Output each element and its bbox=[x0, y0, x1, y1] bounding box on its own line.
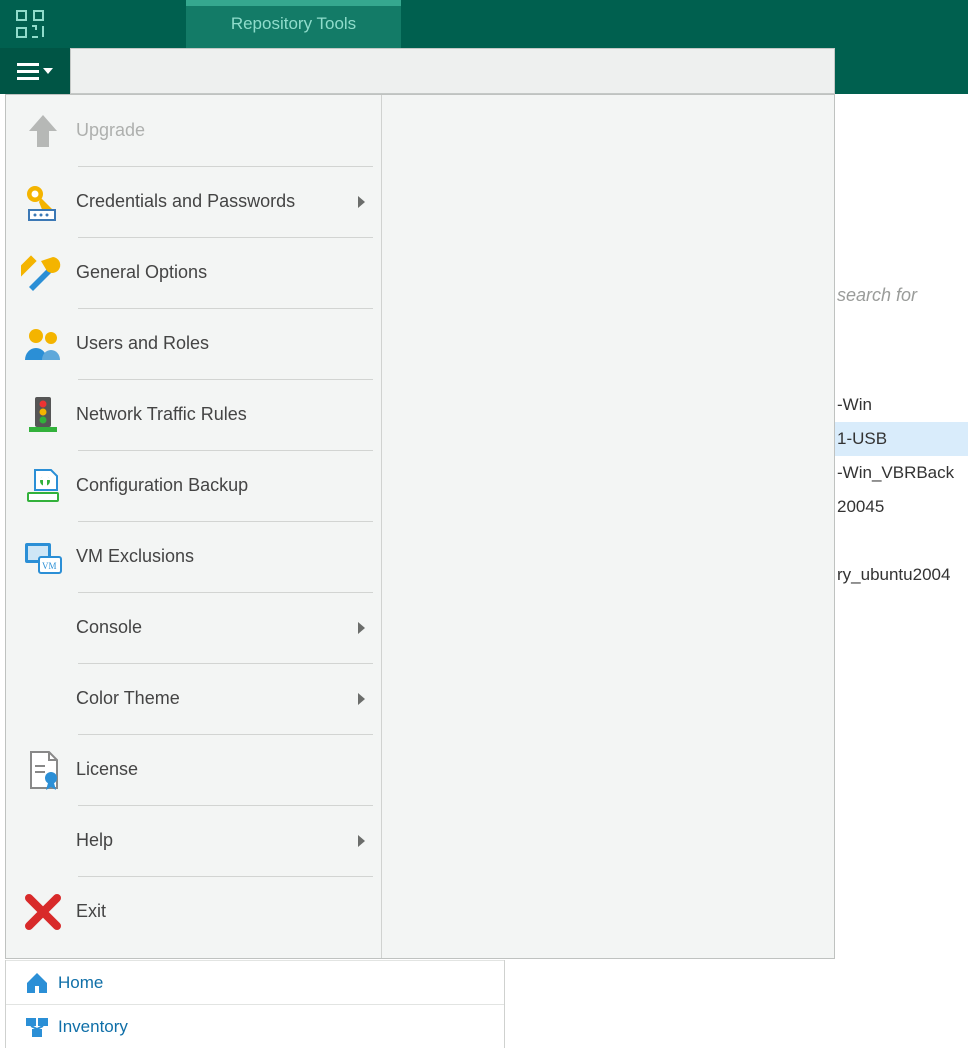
submenu-arrow-icon bbox=[358, 196, 365, 208]
users-icon bbox=[10, 322, 76, 366]
menu-item-label: Console bbox=[76, 617, 358, 638]
menu-item-label: Credentials and Passwords bbox=[76, 191, 358, 212]
menu-item-label: VM Exclusions bbox=[76, 546, 371, 567]
menu-item-vm-exclusions[interactable]: VM VM Exclusions bbox=[6, 521, 381, 592]
menu-item-help[interactable]: Help bbox=[6, 805, 381, 876]
license-icon bbox=[10, 748, 76, 792]
menu-item-label: Upgrade bbox=[76, 120, 371, 141]
hamburger-icon bbox=[17, 63, 39, 80]
inventory-icon bbox=[16, 1014, 58, 1040]
menu-item-label: General Options bbox=[76, 262, 371, 283]
key-icon bbox=[10, 180, 76, 224]
search-input[interactable]: search for bbox=[833, 260, 968, 330]
menu-item-label: License bbox=[76, 759, 371, 780]
menu-item-credentials[interactable]: Credentials and Passwords bbox=[6, 166, 381, 237]
qr-app-icon bbox=[0, 0, 60, 48]
bottom-nav: Home Inventory bbox=[5, 960, 505, 1048]
tools-icon bbox=[10, 251, 76, 295]
menu-item-label: Network Traffic Rules bbox=[76, 404, 371, 425]
search-placeholder: search for bbox=[837, 285, 917, 306]
menu-item-label: Configuration Backup bbox=[76, 475, 371, 496]
config-backup-icon bbox=[10, 464, 76, 508]
menu-item-color-theme[interactable]: Color Theme bbox=[6, 663, 381, 734]
menu-item-upgrade[interactable]: Upgrade bbox=[6, 95, 381, 166]
menu-item-label: Help bbox=[76, 830, 358, 851]
list-item[interactable]: 1-USB bbox=[833, 422, 968, 456]
nav-inventory[interactable]: Inventory bbox=[6, 1004, 504, 1048]
ribbon-strip bbox=[0, 48, 968, 94]
menu-item-label: Exit bbox=[76, 901, 371, 922]
menu-item-users-roles[interactable]: Users and Roles bbox=[6, 308, 381, 379]
list-item[interactable]: 20045 bbox=[833, 490, 968, 524]
caret-down-icon bbox=[43, 68, 53, 74]
close-icon bbox=[10, 892, 76, 932]
menu-item-network-traffic[interactable]: Network Traffic Rules bbox=[6, 379, 381, 450]
upgrade-icon bbox=[10, 109, 76, 153]
menu-item-config-backup[interactable]: Configuration Backup bbox=[6, 450, 381, 521]
submenu-arrow-icon bbox=[358, 622, 365, 634]
menu-item-general-options[interactable]: General Options bbox=[6, 237, 381, 308]
menu-item-license[interactable]: License bbox=[6, 734, 381, 805]
nav-home-label: Home bbox=[58, 973, 103, 993]
content-right-peek: search for -Win 1-USB -Win_VBRBack 20045… bbox=[833, 260, 968, 592]
list-item[interactable]: -Win bbox=[833, 388, 968, 422]
ribbon-tab-label: Repository Tools bbox=[186, 0, 401, 48]
menu-item-console[interactable]: Console bbox=[6, 592, 381, 663]
main-menu-list: Upgrade Credentials and Passwords bbox=[6, 95, 381, 958]
menu-item-label: Users and Roles bbox=[76, 333, 371, 354]
list-item[interactable]: ry_ubuntu2004 bbox=[833, 558, 968, 592]
svg-text:VM: VM bbox=[42, 561, 57, 571]
ribbon-tab-repository-tools[interactable]: Repository Tools bbox=[186, 0, 401, 48]
vm-icon: VM bbox=[10, 535, 76, 579]
submenu-arrow-icon bbox=[358, 693, 365, 705]
menu-item-label: Color Theme bbox=[76, 688, 358, 709]
submenu-arrow-icon bbox=[358, 835, 365, 847]
nav-home[interactable]: Home bbox=[6, 960, 504, 1004]
list-item[interactable]: -Win_VBRBack bbox=[833, 456, 968, 490]
main-menu-button[interactable] bbox=[0, 48, 70, 94]
ribbon-content-area bbox=[70, 48, 835, 94]
main-menu-panel: Upgrade Credentials and Passwords bbox=[5, 94, 835, 959]
traffic-light-icon bbox=[10, 393, 76, 437]
menu-item-exit[interactable]: Exit bbox=[6, 876, 381, 947]
home-icon bbox=[16, 970, 58, 996]
main-menu-submenu-area bbox=[381, 95, 834, 958]
nav-inventory-label: Inventory bbox=[58, 1017, 128, 1037]
title-bar: Repository Tools bbox=[0, 0, 968, 48]
